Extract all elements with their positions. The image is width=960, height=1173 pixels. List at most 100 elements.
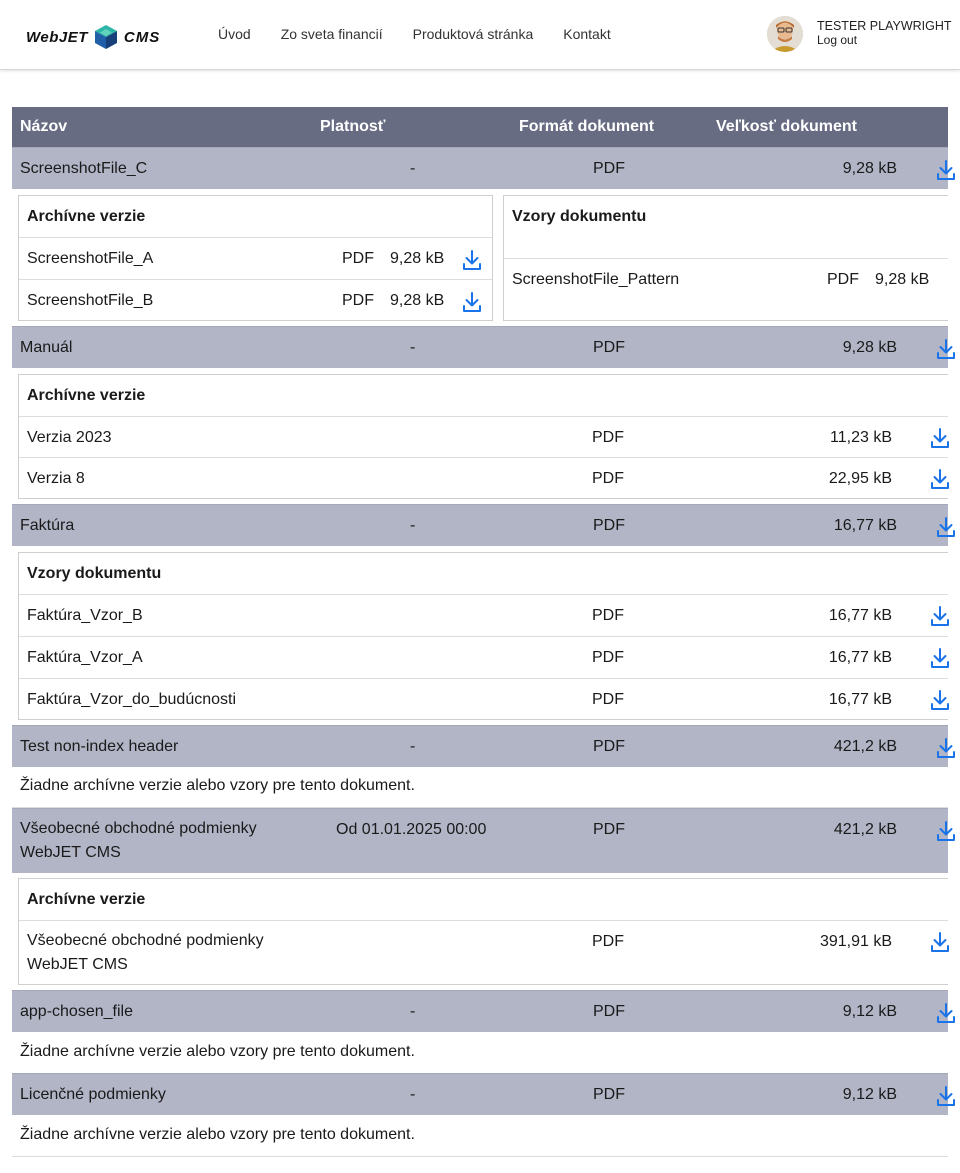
document-format: PDF (593, 517, 625, 534)
list-item[interactable]: ScreenshotFile_Pattern PDF 9,28 kB (504, 258, 948, 320)
header-format[interactable]: Formát dokument (519, 118, 654, 136)
document-name[interactable]: Všeobecné obchodné podmienky WebJET CMS (20, 817, 257, 865)
logo-cube-icon (94, 25, 117, 49)
download-icon[interactable] (462, 291, 482, 313)
table-row[interactable]: Test non-index header - PDF 421,2 kB (12, 725, 948, 767)
download-icon[interactable] (462, 249, 482, 271)
download-icon[interactable] (936, 820, 956, 842)
document-validity: Od 01.01.2025 00:00 (336, 821, 487, 838)
download-icon[interactable] (936, 1085, 956, 1107)
pattern-file-name[interactable]: Faktúra_Vzor_do_budúcnosti (27, 691, 236, 709)
header-name[interactable]: Názov (20, 118, 67, 136)
archive-file-format: PDF (342, 250, 374, 267)
download-icon[interactable] (930, 427, 950, 449)
pattern-file-name[interactable]: Faktúra_Vzor_B (27, 607, 143, 625)
document-format: PDF (593, 1003, 625, 1020)
document-name[interactable]: Test non-index header (20, 738, 178, 756)
pattern-file-format: PDF (592, 607, 624, 624)
document-name[interactable]: ScreenshotFile_C (20, 160, 147, 178)
documents-table: Názov Platnosť Formát dokument Veľkosť d… (12, 107, 948, 1157)
archive-file-name[interactable]: Všeobecné obchodné podmienky WebJET CMS (27, 929, 264, 977)
document-name[interactable]: app-chosen_file (20, 1003, 133, 1021)
list-item[interactable]: Faktúra_Vzor_B PDF 16,77 kB (19, 594, 948, 636)
download-icon[interactable] (930, 605, 950, 627)
document-name[interactable]: Manuál (20, 339, 72, 357)
document-name[interactable]: Faktúra (20, 517, 74, 535)
archive-file-size: 22,95 kB (828, 470, 892, 487)
archive-file-name-line1: Všeobecné obchodné podmienky (27, 932, 264, 949)
list-item[interactable]: Všeobecné obchodné podmienky WebJET CMS P… (19, 920, 948, 985)
archive-file-format: PDF (592, 933, 624, 950)
archive-versions-panel: Archívne verzie Všeobecné obchodné podmi… (18, 878, 948, 985)
nav-link-zo-sveta-financii[interactable]: Zo sveta financií (281, 26, 383, 42)
list-item[interactable]: ScreenshotFile_B PDF 9,28 kB (19, 279, 492, 321)
document-name-line1: Všeobecné obchodné podmienky (20, 820, 257, 837)
main-nav: Úvod Zo sveta financií Produktová stránk… (218, 26, 641, 42)
list-item[interactable]: Faktúra_Vzor_A PDF 16,77 kB (19, 636, 948, 678)
download-icon[interactable] (936, 516, 956, 538)
list-item[interactable]: Verzia 8 PDF 22,95 kB (19, 457, 948, 499)
header-validity[interactable]: Platnosť (320, 118, 385, 136)
table-row[interactable]: app-chosen_file - PDF 9,12 kB (12, 990, 948, 1032)
logo-text-left: WebJET (26, 28, 88, 46)
archive-versions-panel: Archívne verzie ScreenshotFile_A PDF 9,2… (18, 195, 493, 321)
document-format: PDF (593, 738, 625, 755)
document-format: PDF (593, 1086, 625, 1103)
table-header: Názov Platnosť Formát dokument Veľkosť d… (12, 107, 948, 147)
logo-text-right: CMS (123, 28, 161, 46)
download-icon[interactable] (930, 468, 950, 490)
archive-file-name[interactable]: Verzia 2023 (27, 429, 112, 447)
document-patterns-panel: Vzory dokumentu ScreenshotFile_Pattern P… (503, 195, 948, 321)
archive-file-name[interactable]: Verzia 8 (27, 470, 85, 488)
header-size[interactable]: Veľkosť dokument (716, 118, 857, 136)
pattern-file-name[interactable]: Faktúra_Vzor_A (27, 649, 143, 667)
download-icon[interactable] (936, 338, 956, 360)
table-row[interactable]: Všeobecné obchodné podmienky WebJET CMS O… (12, 808, 948, 873)
pattern-file-format: PDF (592, 691, 624, 708)
download-icon[interactable] (930, 931, 950, 953)
table-row[interactable]: Licenčné podmienky - PDF 9,12 kB (12, 1073, 948, 1115)
list-item[interactable]: Verzia 2023 PDF 11,23 kB (19, 416, 948, 457)
nav-link-produktova-stranka[interactable]: Produktová stránka (413, 26, 534, 42)
document-validity: - (410, 339, 416, 356)
archive-file-size: 9,28 kB (390, 250, 445, 267)
download-icon[interactable] (936, 1002, 956, 1024)
nav-link-uvod[interactable]: Úvod (218, 26, 251, 42)
table-row[interactable]: Manuál - PDF 9,28 kB (12, 326, 948, 368)
document-size: 9,12 kB (842, 1086, 897, 1103)
pattern-file-size: 16,77 kB (828, 649, 892, 666)
download-icon[interactable] (930, 647, 950, 669)
archive-file-name[interactable]: ScreenshotFile_A (27, 250, 153, 268)
download-icon[interactable] (930, 689, 950, 711)
archive-file-format: PDF (592, 429, 624, 446)
document-format: PDF (593, 160, 625, 177)
document-validity: - (410, 517, 416, 534)
avatar[interactable] (767, 16, 803, 52)
document-name-line2: WebJET CMS (20, 844, 121, 861)
document-validity: - (410, 1086, 416, 1103)
no-versions-message: Žiadne archívne verzie alebo vzory pre t… (20, 1126, 415, 1143)
pattern-file-name[interactable]: ScreenshotFile_Pattern (512, 271, 679, 289)
pattern-file-format: PDF (592, 649, 624, 666)
archive-file-size: 9,28 kB (390, 292, 445, 309)
document-size: 9,28 kB (842, 339, 897, 356)
divider (12, 1156, 948, 1157)
webjet-logo[interactable]: WebJET CMS (26, 24, 160, 50)
user-name: TESTER PLAYWRIGHT (817, 19, 952, 33)
list-item[interactable]: Faktúra_Vzor_do_budúcnosti PDF 16,77 kB (19, 678, 948, 720)
list-item[interactable]: ScreenshotFile_A PDF 9,28 kB (19, 237, 492, 279)
archive-versions-heading: Archívne verzie (27, 891, 146, 908)
download-icon[interactable] (936, 159, 956, 181)
archive-versions-heading: Archívne verzie (27, 387, 146, 404)
pattern-file-size: 16,77 kB (828, 691, 892, 708)
user-info: TESTER PLAYWRIGHT Log out (817, 19, 952, 47)
document-name[interactable]: Licenčné podmienky (20, 1086, 166, 1104)
document-validity: - (410, 738, 416, 755)
archive-file-name[interactable]: ScreenshotFile_B (27, 292, 153, 310)
document-validity: - (410, 1003, 416, 1020)
nav-link-kontakt[interactable]: Kontakt (563, 26, 610, 42)
table-row[interactable]: Faktúra - PDF 16,77 kB (12, 504, 948, 546)
logout-link[interactable]: Log out (817, 33, 952, 47)
download-icon[interactable] (936, 737, 956, 759)
table-row[interactable]: ScreenshotFile_C - PDF 9,28 kB (12, 147, 948, 189)
